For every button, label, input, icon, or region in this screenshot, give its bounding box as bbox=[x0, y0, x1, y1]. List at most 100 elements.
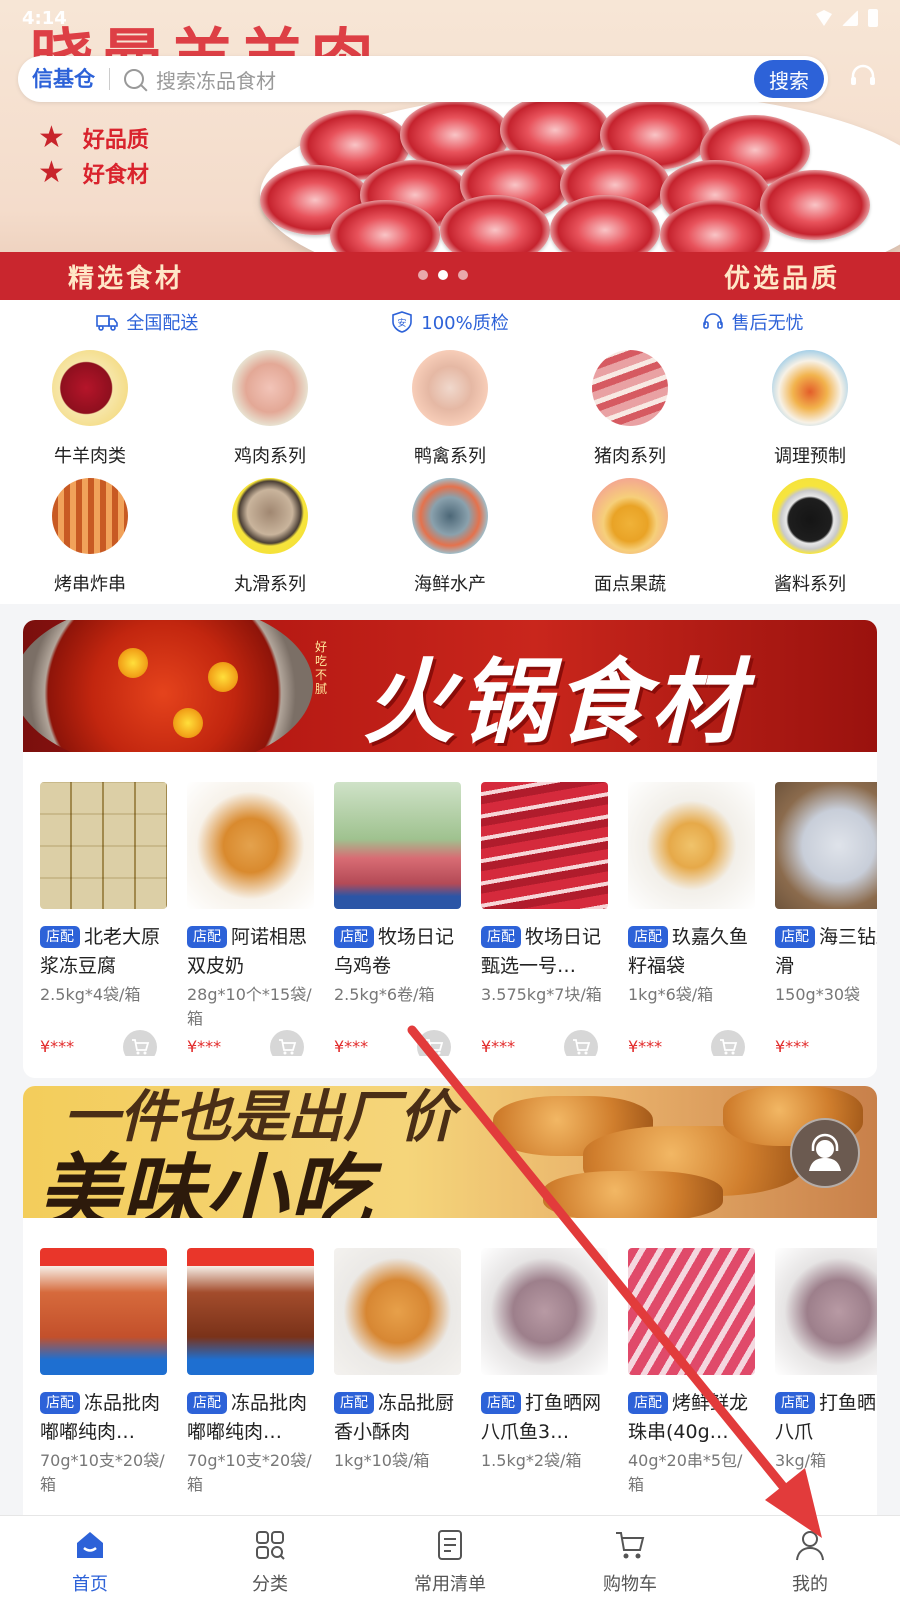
product-card[interactable]: 店配 冻品批厨香小酥肉 1kg*10袋/箱 bbox=[334, 1248, 461, 1499]
category-duck-poultry[interactable]: 鸭禽系列 bbox=[360, 348, 540, 476]
service-quality-check: 安 100%质检 bbox=[391, 309, 509, 335]
battery-icon bbox=[868, 9, 878, 27]
bottom-navigation: 首页 分类 常用清单 购物车 我的 bbox=[0, 1515, 900, 1600]
cart-icon bbox=[426, 1039, 444, 1055]
store-selector[interactable]: 信基仓 bbox=[18, 68, 110, 90]
status-time: 4:14 bbox=[22, 7, 67, 29]
category-label: 调理预制 bbox=[774, 446, 846, 467]
nav-label: 购物车 bbox=[603, 1574, 657, 1595]
cart-icon bbox=[573, 1039, 591, 1055]
hotpot-banner[interactable]: 好吃不腻 火锅食材 bbox=[23, 620, 877, 752]
store-delivery-badge: 店配 bbox=[481, 1392, 521, 1414]
category-beef-lamb[interactable]: 牛羊肉类 bbox=[0, 348, 180, 476]
product-image bbox=[481, 1248, 608, 1375]
cart-icon bbox=[279, 1039, 297, 1055]
store-delivery-badge: 店配 bbox=[334, 926, 374, 948]
add-to-cart-button[interactable] bbox=[564, 1030, 598, 1056]
category-skewers[interactable]: 烤串炸串 bbox=[0, 476, 180, 604]
service-label: 100%质检 bbox=[421, 313, 509, 334]
carousel-dot bbox=[418, 270, 428, 280]
nav-label: 我的 bbox=[792, 1574, 828, 1595]
hotpot-section: 好吃不腻 火锅食材 店配 北老大原浆冻豆腐 2.5kg*4袋/箱 ¥*** 店配阿… bbox=[23, 620, 877, 1078]
snack-product-list[interactable]: 店配 冻品批肉嘟嘟纯肉… 70g*10支*20袋/箱 店配 冻品批肉嘟嘟纯肉… 70… bbox=[23, 1218, 877, 1499]
product-spec: 2.5kg*6卷/箱 bbox=[334, 985, 435, 1004]
nav-cart[interactable]: 购物车 bbox=[540, 1516, 720, 1600]
store-delivery-badge: 店配 bbox=[187, 1392, 227, 1414]
status-bar: 4:14 bbox=[0, 0, 900, 36]
cart-icon bbox=[132, 1039, 150, 1055]
search-input[interactable]: 搜索冻品食材 bbox=[156, 65, 754, 94]
store-delivery-badge: 店配 bbox=[481, 926, 521, 948]
product-card[interactable]: 店配 牧场日记甄选一号… 3.575kg*7块/箱 ¥*** bbox=[481, 782, 608, 1056]
chili-flower bbox=[208, 662, 238, 692]
store-delivery-badge: 店配 bbox=[775, 1392, 815, 1414]
store-delivery-badge: 店配 bbox=[775, 926, 815, 948]
product-card[interactable]: 店配 阿诺相思双皮奶 28g*10个*15袋/箱 ¥*** bbox=[187, 782, 314, 1056]
pastry-icon bbox=[592, 478, 668, 554]
search-button[interactable]: 搜索 bbox=[754, 60, 824, 98]
product-spec: 70g*10支*20袋/箱 bbox=[187, 1451, 312, 1494]
status-icons bbox=[816, 9, 878, 27]
beef-steak-icon bbox=[52, 350, 128, 426]
product-card[interactable]: 店配 玖嘉久鱼籽福袋 1kg*6袋/箱 ¥*** bbox=[628, 782, 755, 1056]
nav-profile[interactable]: 我的 bbox=[720, 1516, 900, 1600]
service-label: 售后无忧 bbox=[731, 313, 804, 334]
add-to-cart-button[interactable] bbox=[711, 1030, 745, 1056]
product-card[interactable]: 店配 冻品批肉嘟嘟纯肉… 70g*10支*20袋/箱 bbox=[187, 1248, 314, 1499]
carousel-dot bbox=[458, 270, 468, 280]
carousel-dot-active bbox=[438, 270, 448, 280]
product-card[interactable]: 店配 牧场日记乌鸡卷 2.5kg*6卷/箱 ¥*** bbox=[334, 782, 461, 1056]
product-spec: 150g*30袋 bbox=[775, 985, 861, 1004]
product-card[interactable]: 店配海三钻虾滑 150g*30袋 ¥*** bbox=[775, 782, 877, 1056]
category-sauces[interactable]: 酱料系列 bbox=[720, 476, 900, 604]
category-pork[interactable]: 猪肉系列 bbox=[540, 348, 720, 476]
sauce-bowl-icon bbox=[772, 478, 848, 554]
product-card[interactable]: 店配打鱼晒网八爪 3kg/箱 bbox=[775, 1248, 877, 1499]
category-seafood[interactable]: 海鲜水产 bbox=[360, 476, 540, 604]
product-card[interactable]: 店配 冻品批肉嘟嘟纯肉… 70g*10支*20袋/箱 bbox=[40, 1248, 167, 1499]
product-image bbox=[775, 1248, 877, 1375]
category-prepared[interactable]: 调理预制 bbox=[720, 348, 900, 476]
add-to-cart-button[interactable] bbox=[417, 1030, 451, 1056]
add-to-cart-button[interactable] bbox=[270, 1030, 304, 1056]
banner-bullet-label: 好品质 bbox=[82, 127, 149, 153]
category-label: 鸡肉系列 bbox=[234, 446, 306, 467]
store-delivery-badge: 店配 bbox=[628, 926, 668, 948]
nav-category[interactable]: 分类 bbox=[180, 1516, 360, 1600]
category-chicken[interactable]: 鸡肉系列 bbox=[180, 348, 360, 476]
snack-banner-title: 美味小吃 bbox=[37, 1146, 373, 1218]
category-label: 牛羊肉类 bbox=[54, 446, 126, 467]
chili-flower bbox=[173, 708, 203, 738]
product-card[interactable]: 店配 打鱼晒网八爪鱼3… 1.5kg*2袋/箱 bbox=[481, 1248, 608, 1499]
product-image bbox=[775, 782, 877, 909]
service-guarantees: 全国配送 安 100%质检 售后无忧 bbox=[0, 300, 900, 344]
signal-icon bbox=[842, 10, 858, 26]
promo-banner[interactable]: 晓曼羊羊肉 ★ 好品质 ★ 好食材 精选食材 优选品质 bbox=[0, 0, 900, 300]
product-card[interactable]: 店配 烤鲜鲜龙珠串(40g… 40g*20串*5包/箱 bbox=[628, 1248, 755, 1499]
chili-flower bbox=[118, 648, 148, 678]
snack-banner[interactable]: 一件也是出厂价 美味小吃 bbox=[23, 1086, 877, 1218]
nav-home[interactable]: 首页 bbox=[0, 1516, 180, 1600]
category-icon bbox=[256, 1531, 285, 1560]
category-pastry-veg[interactable]: 面点果蔬 bbox=[540, 476, 720, 604]
product-spec: 28g*10个*15袋/箱 bbox=[187, 985, 312, 1028]
star-icon: ★ bbox=[38, 120, 65, 155]
cart-icon bbox=[720, 1039, 738, 1055]
nav-common-list[interactable]: 常用清单 bbox=[360, 1516, 540, 1600]
product-spec: 3.575kg*7块/箱 bbox=[481, 985, 602, 1004]
product-card[interactable]: 店配 北老大原浆冻豆腐 2.5kg*4袋/箱 ¥*** bbox=[40, 782, 167, 1056]
add-to-cart-button[interactable] bbox=[123, 1030, 157, 1056]
category-label: 鸭禽系列 bbox=[414, 446, 486, 467]
hotpot-product-list[interactable]: 店配 北老大原浆冻豆腐 2.5kg*4袋/箱 ¥*** 店配 阿诺相思双皮奶 28g… bbox=[23, 752, 877, 1056]
meatballs-icon bbox=[232, 478, 308, 554]
category-meatballs[interactable]: 丸滑系列 bbox=[180, 476, 360, 604]
product-image bbox=[40, 1248, 167, 1375]
product-image bbox=[481, 782, 608, 909]
product-spec: 70g*10支*20袋/箱 bbox=[40, 1451, 165, 1494]
floating-customer-service-button[interactable] bbox=[790, 1118, 860, 1188]
product-image bbox=[628, 1248, 755, 1375]
customer-service-icon[interactable] bbox=[848, 62, 878, 92]
product-spec: 1kg*6袋/箱 bbox=[628, 985, 714, 1004]
banner-strip-right: 优选品质 bbox=[723, 263, 840, 294]
chicken-meat-icon bbox=[232, 350, 308, 426]
